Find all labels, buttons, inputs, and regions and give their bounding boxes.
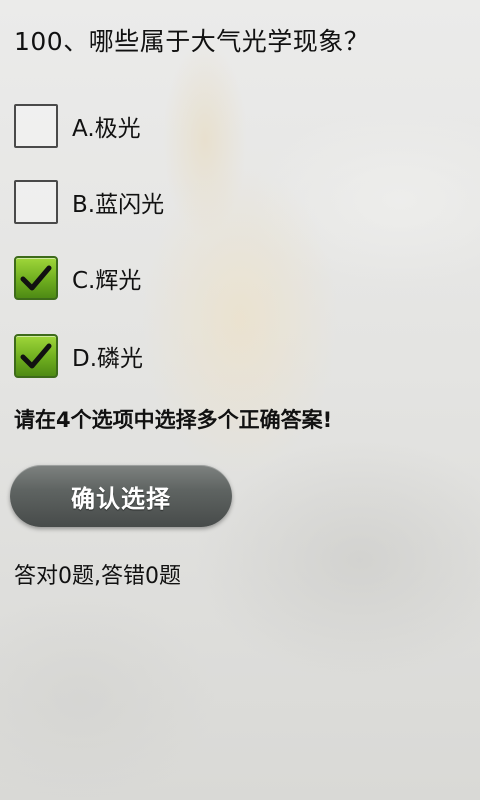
option-b[interactable]: B.蓝闪光 bbox=[14, 176, 314, 228]
checkbox-d[interactable] bbox=[14, 334, 58, 378]
option-d[interactable]: D.磷光 bbox=[14, 330, 314, 382]
confirm-button-label: 确认选择 bbox=[71, 484, 171, 513]
checkbox-b[interactable] bbox=[14, 180, 58, 224]
checkmark-icon bbox=[20, 343, 52, 369]
checkmark-icon bbox=[20, 265, 52, 291]
option-d-label: D.磷光 bbox=[72, 346, 144, 372]
option-a-label: A.极光 bbox=[72, 116, 141, 142]
score-text: 答对0题,答错0题 bbox=[14, 564, 181, 589]
option-b-label: B.蓝闪光 bbox=[72, 192, 165, 218]
checkbox-a[interactable] bbox=[14, 104, 58, 148]
question-title: 100、哪些属于大气光学现象？ bbox=[14, 27, 370, 56]
instruction-text: 请在4个选项中选择多个正确答案! bbox=[14, 408, 333, 432]
checkbox-c[interactable] bbox=[14, 256, 58, 300]
option-c[interactable]: C.辉光 bbox=[14, 252, 314, 304]
option-c-label: C.辉光 bbox=[72, 268, 142, 294]
confirm-button[interactable]: 确认选择 bbox=[10, 465, 232, 527]
option-a[interactable]: A.极光 bbox=[14, 100, 314, 152]
